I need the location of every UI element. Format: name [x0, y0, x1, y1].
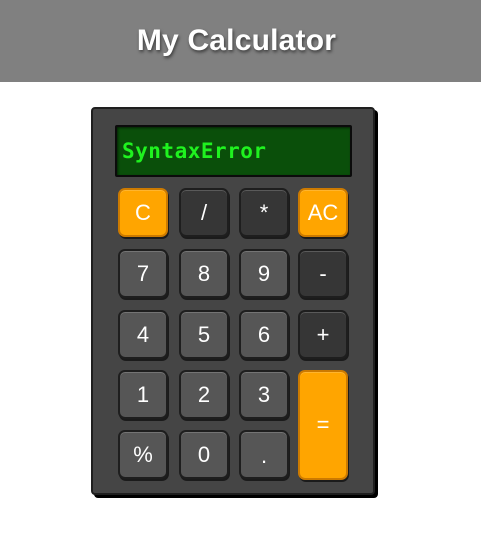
equals-button[interactable]: =	[298, 370, 348, 480]
plus-button[interactable]: +	[298, 310, 348, 359]
calculator-display: SyntaxError	[115, 125, 352, 177]
all-clear-button[interactable]: AC	[298, 188, 348, 237]
digit-8-button[interactable]: 8	[179, 249, 229, 298]
decimal-button[interactable]: .	[239, 430, 289, 479]
digit-6-button[interactable]: 6	[239, 310, 289, 359]
digit-7-button[interactable]: 7	[118, 249, 168, 298]
clear-button[interactable]: C	[118, 188, 168, 237]
digit-4-button[interactable]: 4	[118, 310, 168, 359]
digit-0-button[interactable]: 0	[179, 430, 229, 479]
digit-9-button[interactable]: 9	[239, 249, 289, 298]
digit-2-button[interactable]: 2	[179, 370, 229, 419]
digit-1-button[interactable]: 1	[118, 370, 168, 419]
minus-button[interactable]: -	[298, 249, 348, 298]
multiply-button[interactable]: *	[239, 188, 289, 237]
page-title: My Calculator	[136, 24, 337, 57]
app-header: My Calculator	[0, 0, 481, 82]
divide-button[interactable]: /	[179, 188, 229, 237]
percent-button[interactable]: %	[118, 430, 168, 479]
digit-3-button[interactable]: 3	[239, 370, 289, 419]
digit-5-button[interactable]: 5	[179, 310, 229, 359]
display-value: SyntaxError	[122, 139, 267, 163]
calculator-body: SyntaxError C / * AC 7 8 9 - 4 5 6 + 1 2…	[91, 107, 375, 495]
